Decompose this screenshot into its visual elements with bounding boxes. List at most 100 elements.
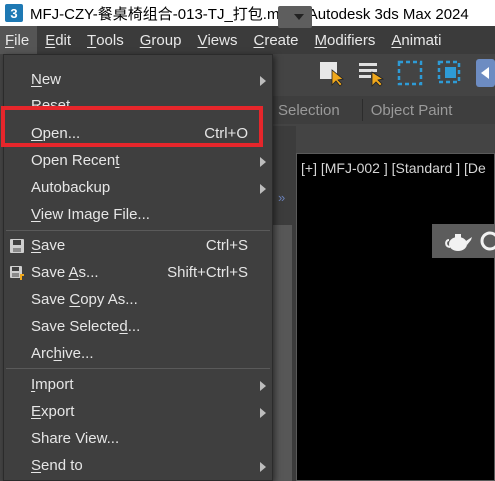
- window-crossing-icon[interactable]: [436, 59, 464, 87]
- tab-selection[interactable]: Selection: [278, 102, 340, 119]
- menu-send-to[interactable]: Send to: [4, 453, 272, 479]
- submenu-arrow-icon: [260, 381, 266, 391]
- label-pre: Open Recen: [31, 152, 116, 169]
- label-post: opy As...: [80, 291, 138, 308]
- menu-group[interactable]: Group: [132, 26, 190, 54]
- menu-animation-label: nimati: [401, 31, 442, 49]
- menu-view-image-file[interactable]: View Image File...: [4, 202, 272, 228]
- label-mnemonic: S: [31, 237, 42, 254]
- teapot-icon[interactable]: [444, 228, 474, 254]
- tab-object-paint[interactable]: Object Paint: [371, 102, 453, 119]
- menu-open-recent-label: Open Recent: [31, 152, 119, 169]
- label-mnemonic: C: [69, 291, 81, 308]
- submenu-arrow-icon: [260, 462, 266, 472]
- menu-create-mnemonic: C: [253, 31, 265, 49]
- select-object-icon[interactable]: [317, 59, 345, 87]
- menu-export-label: Export: [31, 403, 74, 420]
- label-mnemonic: A: [68, 264, 79, 281]
- label-post: end to: [41, 457, 83, 474]
- save-as-icon: [10, 266, 24, 280]
- label-post: ive...: [61, 345, 94, 362]
- menu-save-as-label: Save As...: [31, 264, 99, 281]
- render-icon[interactable]: [480, 230, 495, 252]
- menu-save-copy-as[interactable]: Save Copy As...: [4, 287, 272, 313]
- label-post: mport: [35, 376, 74, 393]
- label-pre: Share View...: [31, 430, 120, 447]
- menu-animation-mnemonic: A: [391, 31, 402, 49]
- label-mnemonic: d: [119, 318, 128, 335]
- menu-share-view-label: Share View...: [31, 430, 119, 447]
- expand-arrows-icon[interactable]: »: [278, 190, 285, 205]
- menu-share-view[interactable]: Share View...: [4, 426, 272, 452]
- menu-autobackup[interactable]: Autobackup: [4, 175, 272, 201]
- label-pre: Save: [31, 264, 69, 281]
- menu-bar: File Edit Tools Group Views Create Modif…: [0, 26, 495, 54]
- viewport[interactable]: [+] [MFJ-002 ] [Standard ] [De: [296, 153, 495, 481]
- menu-create[interactable]: Create: [245, 26, 306, 54]
- viewport-label[interactable]: [+] [MFJ-002 ] [Standard ] [De: [301, 160, 486, 176]
- label-post: ...: [127, 318, 141, 335]
- menu-edit[interactable]: Edit: [37, 26, 79, 54]
- label-post: ave: [41, 237, 66, 254]
- menu-tools-mnemonic: T: [87, 31, 97, 49]
- menu-divider: [6, 230, 270, 231]
- viewport-toolbar: [432, 224, 495, 258]
- side-panel-box: [270, 225, 292, 481]
- select-move-icon[interactable]: [476, 59, 495, 87]
- menu-import-label: Import: [31, 376, 74, 393]
- label-mnemonic: E: [31, 403, 42, 420]
- menu-tools-label: ools: [96, 31, 124, 49]
- floppy-disk-icon: [10, 239, 24, 253]
- submenu-arrow-icon: [260, 76, 266, 86]
- rectangular-selection-icon[interactable]: [396, 59, 424, 87]
- submenu-arrow-icon: [260, 408, 266, 418]
- menu-view-image-label: View Image File...: [31, 206, 150, 223]
- menu-autobackup-label: Autobackup: [31, 179, 110, 196]
- label-pre: Autobackup: [31, 179, 111, 196]
- label-pre: Save Selecte: [31, 318, 120, 335]
- menu-file[interactable]: File: [0, 26, 38, 54]
- menu-save[interactable]: Save Ctrl+S: [4, 233, 272, 259]
- menu-views-label: iews: [207, 31, 238, 49]
- label-mnemonic: V: [31, 206, 41, 223]
- menu-new[interactable]: New: [4, 67, 272, 93]
- submenu-arrow-icon: [260, 157, 266, 167]
- window-title: MFJ-CZY-餐桌椅组合-013-TJ_打包.max - Autodesk 3…: [30, 5, 469, 23]
- label-post: iew Image File...: [40, 206, 150, 223]
- selection-filter-dropdown[interactable]: [278, 6, 312, 28]
- menu-file-label: ile: [14, 31, 30, 49]
- tab-divider: [361, 99, 363, 121]
- menu-animation[interactable]: Animati: [383, 26, 449, 54]
- open-highlight-box: [1, 106, 263, 147]
- menu-group-mnemonic: G: [139, 31, 152, 49]
- label-mnemonic: N: [31, 71, 42, 88]
- menu-archive[interactable]: Archive...: [4, 341, 272, 367]
- title-bar: 3 MFJ-CZY-餐桌椅组合-013-TJ_打包.max - Autodesk…: [0, 0, 495, 26]
- menu-edit-label: dit: [55, 31, 72, 49]
- ribbon-tabs: Selection Object Paint: [270, 96, 495, 124]
- menu-modifiers[interactable]: Modifiers: [307, 26, 384, 54]
- label-post: ew: [41, 71, 62, 88]
- menu-export[interactable]: Export: [4, 399, 272, 425]
- menu-save-copy-label: Save Copy As...: [31, 291, 138, 308]
- menu-new-label: New: [31, 71, 61, 88]
- label-pre: Save: [31, 291, 70, 308]
- menu-divider: [6, 368, 270, 369]
- menu-save-as[interactable]: Save As... Shift+Ctrl+S: [4, 260, 272, 286]
- select-by-name-icon[interactable]: [357, 59, 385, 87]
- menu-file-mnemonic: F: [5, 31, 15, 49]
- menu-save-selected[interactable]: Save Selected...: [4, 314, 272, 340]
- menu-open-recent[interactable]: Open Recent: [4, 148, 272, 174]
- menu-views[interactable]: Views: [189, 26, 245, 54]
- submenu-arrow-icon: [260, 184, 266, 194]
- menu-import[interactable]: Import: [4, 372, 272, 398]
- menu-edit-mnemonic: E: [45, 31, 56, 49]
- menu-tools[interactable]: Tools: [79, 26, 132, 54]
- menu-modifiers-label: odifiers: [327, 31, 376, 49]
- menu-save-selected-label: Save Selected...: [31, 318, 140, 335]
- menu-send-to-label: Send to: [31, 457, 83, 474]
- label-mnemonic: h: [53, 345, 62, 362]
- menu-group-label: roup: [151, 31, 182, 49]
- label-mnemonic: t: [115, 152, 120, 169]
- label-mnemonic: S: [31, 457, 42, 474]
